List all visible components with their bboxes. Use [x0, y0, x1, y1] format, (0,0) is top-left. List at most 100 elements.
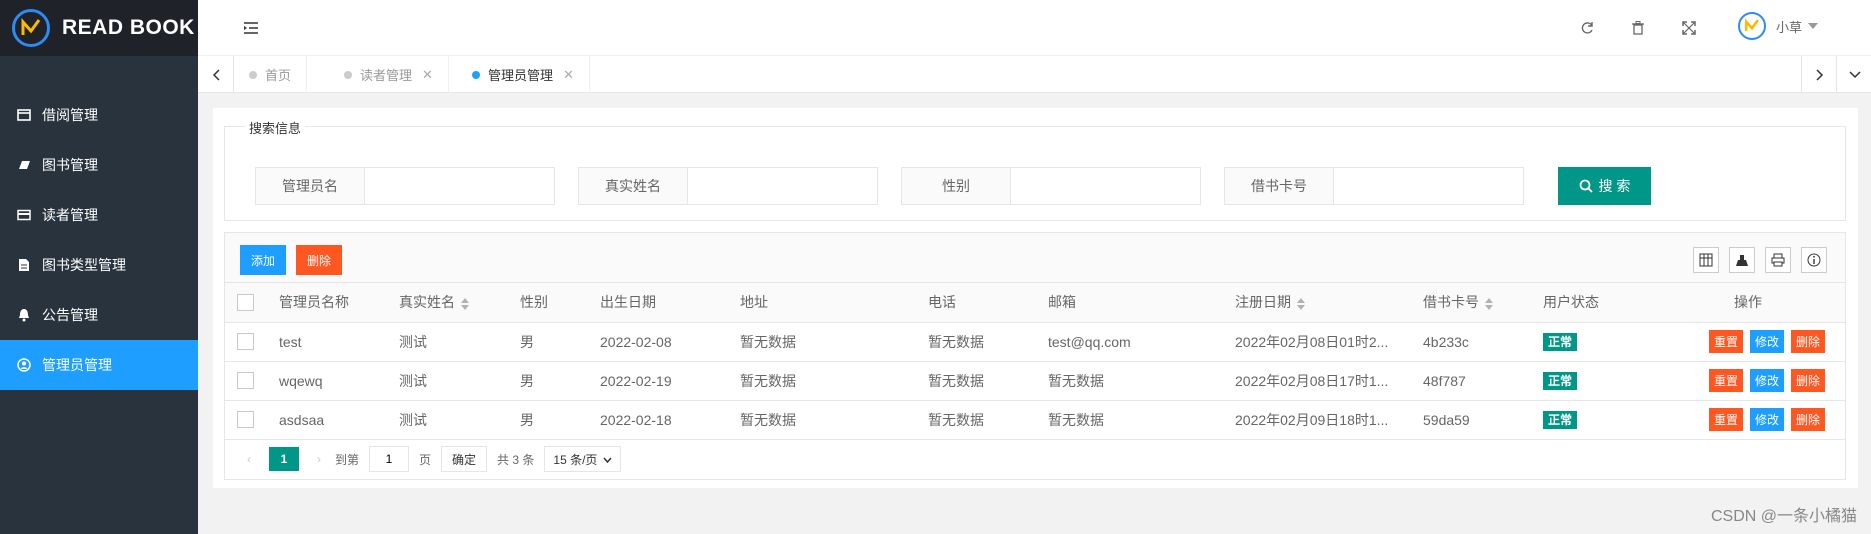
- cell-sex: 男: [508, 400, 588, 440]
- add-button[interactable]: 添加: [240, 245, 287, 275]
- column-header: 地址: [728, 283, 916, 323]
- prev-page-icon[interactable]: ‹: [239, 447, 259, 471]
- reset-button[interactable]: 重置: [1708, 408, 1743, 431]
- column-header: 用户状态: [1531, 283, 1651, 323]
- edit-button[interactable]: 修改: [1749, 408, 1784, 431]
- sidebar-item-borrow[interactable]: 借阅管理: [0, 90, 198, 140]
- reset-button[interactable]: 重置: [1708, 330, 1743, 353]
- column-header-sortable[interactable]: 注册日期: [1223, 283, 1411, 323]
- tab-admins[interactable]: 管理员管理 ✕: [457, 56, 590, 93]
- table-row: test 测试 男 2022-02-08 暂无数据 暂无数据 test@qq.c…: [225, 322, 1845, 362]
- cell-card: 59da59: [1411, 400, 1531, 440]
- delete-selected-button[interactable]: 删除: [296, 245, 343, 275]
- cell-address: 暂无数据: [728, 361, 916, 401]
- user-circle-icon: [17, 358, 31, 372]
- cell-sex: 男: [508, 322, 588, 362]
- file-icon: [17, 258, 31, 272]
- card-number-input[interactable]: [1334, 167, 1524, 205]
- sidebar-item-notices[interactable]: 公告管理: [0, 290, 198, 340]
- cell-email: 暂无数据: [1036, 361, 1223, 401]
- admin-name-input[interactable]: [365, 167, 555, 205]
- select-all-checkbox[interactable]: [237, 294, 254, 312]
- search-button[interactable]: 搜 索: [1558, 167, 1651, 205]
- tab-home[interactable]: 首页: [234, 56, 308, 93]
- page-confirm-button[interactable]: 确定: [441, 446, 488, 472]
- row-checkbox[interactable]: [237, 372, 254, 390]
- sidebar-item-books[interactable]: 图书管理: [0, 140, 198, 190]
- tab-label: 管理员管理: [488, 68, 554, 83]
- print-icon[interactable]: [1765, 247, 1791, 273]
- sort-icon[interactable]: [1485, 297, 1493, 310]
- page-size-select[interactable]: 15 条/页: [544, 446, 622, 472]
- close-icon[interactable]: ✕: [563, 67, 574, 83]
- column-header-sortable[interactable]: 借书卡号: [1411, 283, 1531, 323]
- cell-admin-name: asdsaa: [267, 400, 387, 440]
- top-header: 小草: [198, 0, 1871, 56]
- tab-scroll-right-icon[interactable]: [1801, 56, 1837, 93]
- sidebar-item-readers[interactable]: 读者管理: [0, 190, 198, 240]
- delete-button[interactable]: 删除: [1790, 369, 1825, 392]
- avatar: [1738, 12, 1766, 40]
- bell-icon: [17, 308, 31, 322]
- columns-filter-icon[interactable]: [1693, 247, 1719, 273]
- sidebar-item-book-types[interactable]: 图书类型管理: [0, 240, 198, 290]
- field-label: 借书卡号: [1224, 167, 1334, 205]
- fullscreen-icon[interactable]: [1677, 16, 1701, 40]
- status-badge: 正常: [1543, 372, 1578, 390]
- next-page-icon[interactable]: ›: [309, 447, 329, 471]
- sort-icon[interactable]: [461, 297, 469, 310]
- reset-button[interactable]: 重置: [1708, 369, 1743, 392]
- cell-real-name: 测试: [387, 400, 508, 440]
- tab-readers[interactable]: 读者管理 ✕: [329, 56, 449, 93]
- delete-button[interactable]: 删除: [1790, 408, 1825, 431]
- page-current[interactable]: 1: [269, 447, 299, 471]
- cell-address: 暂无数据: [728, 400, 916, 440]
- chevron-down-icon: [1808, 23, 1819, 29]
- edit-button[interactable]: 修改: [1749, 369, 1784, 392]
- tab-menu-chevron-down-icon[interactable]: [1836, 56, 1871, 93]
- cell-address: 暂无数据: [728, 322, 916, 362]
- column-header-sortable[interactable]: 真实姓名: [387, 283, 508, 323]
- cell-reg-date: 2022年02月08日17时1...: [1223, 361, 1411, 401]
- refresh-icon[interactable]: [1575, 16, 1599, 40]
- status-badge: 正常: [1543, 411, 1578, 429]
- search-legend: 搜索信息: [245, 118, 306, 137]
- delete-button[interactable]: 删除: [1790, 330, 1825, 353]
- field-label: 性别: [901, 167, 1011, 205]
- cell-reg-date: 2022年02月09日18时1...: [1223, 400, 1411, 440]
- sidebar-item-admins[interactable]: 管理员管理: [0, 340, 198, 390]
- search-field-admin-name: 管理员名: [255, 167, 555, 205]
- menu-toggle-icon[interactable]: [239, 16, 263, 40]
- page-jump-input[interactable]: [369, 446, 410, 472]
- export-icon[interactable]: [1729, 247, 1755, 273]
- status-badge: 正常: [1543, 333, 1578, 351]
- cell-email: test@qq.com: [1036, 322, 1223, 362]
- sex-input[interactable]: [1011, 167, 1201, 205]
- logo[interactable]: READ BOOK: [0, 0, 198, 56]
- watermark: CSDN @一条小橘猫: [1710, 508, 1857, 525]
- edit-button[interactable]: 修改: [1749, 330, 1784, 353]
- trash-icon[interactable]: [1626, 16, 1650, 40]
- total-count: 共 3 条: [497, 452, 535, 467]
- row-checkbox[interactable]: [237, 333, 254, 351]
- row-checkbox[interactable]: [237, 411, 254, 429]
- sidebar-item-label: 图书管理: [42, 157, 98, 173]
- column-header: 电话: [916, 283, 1036, 323]
- sort-icon[interactable]: [1297, 297, 1305, 310]
- sidebar-item-label: 管理员管理: [42, 357, 112, 373]
- data-table-panel: 添加 删除 管理员名称 真实姓名 性别 出生日期 地址 电话 邮箱 注册日期 借…: [224, 232, 1846, 480]
- page-unit: 页: [419, 452, 432, 467]
- close-icon[interactable]: ✕: [422, 67, 433, 83]
- sidebar-item-label: 借阅管理: [42, 107, 98, 123]
- card-icon: [17, 208, 31, 222]
- user-menu[interactable]: 小草: [1738, 12, 1819, 40]
- info-icon[interactable]: [1801, 247, 1827, 273]
- cell-admin-name: wqewq: [267, 361, 387, 401]
- cell-real-name: 测试: [387, 361, 508, 401]
- search-icon: [1579, 179, 1593, 193]
- column-header: 管理员名称: [267, 283, 387, 323]
- column-header: 性别: [508, 283, 588, 323]
- cell-birth: 2022-02-19: [588, 361, 728, 401]
- real-name-input[interactable]: [688, 167, 878, 205]
- tab-scroll-left-icon[interactable]: [198, 56, 234, 93]
